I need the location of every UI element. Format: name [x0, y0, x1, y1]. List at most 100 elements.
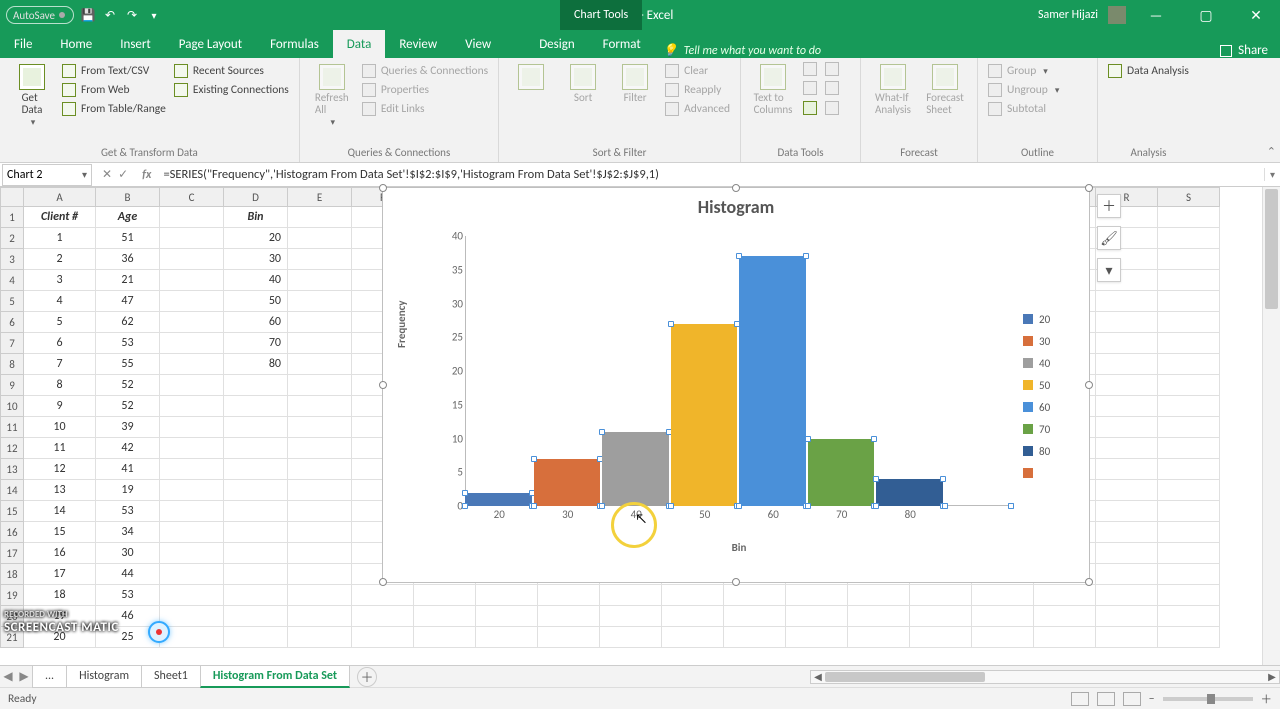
- cell[interactable]: 80: [224, 354, 288, 375]
- cell[interactable]: [600, 627, 662, 648]
- cell[interactable]: [1096, 480, 1158, 501]
- x-axis-label[interactable]: Bin: [465, 541, 1013, 554]
- cell[interactable]: 20: [224, 228, 288, 249]
- cell[interactable]: [1158, 627, 1220, 648]
- cell[interactable]: 12: [24, 459, 96, 480]
- cell[interactable]: 52: [96, 375, 160, 396]
- cell[interactable]: [1096, 333, 1158, 354]
- name-box[interactable]: Chart 2▾: [2, 164, 92, 186]
- series-handle[interactable]: [805, 436, 811, 442]
- resize-handle[interactable]: [1085, 184, 1093, 192]
- cell[interactable]: [1096, 312, 1158, 333]
- cell[interactable]: [160, 333, 224, 354]
- cell[interactable]: [600, 585, 662, 606]
- cell[interactable]: [224, 522, 288, 543]
- relationships-icon[interactable]: [803, 101, 817, 115]
- tab-home[interactable]: Home: [46, 30, 106, 58]
- worksheet-grid[interactable]: 123456789101112131415161718192021 ABCDEF…: [0, 187, 1280, 665]
- series-handle[interactable]: [531, 456, 537, 462]
- cell[interactable]: [224, 627, 288, 648]
- cell[interactable]: [160, 480, 224, 501]
- cell[interactable]: [352, 627, 414, 648]
- cell[interactable]: [1158, 207, 1220, 228]
- legend-item[interactable]: [1023, 462, 1077, 484]
- row-header[interactable]: 17: [0, 543, 24, 564]
- cell[interactable]: [224, 459, 288, 480]
- cell[interactable]: [1096, 354, 1158, 375]
- cell[interactable]: 60: [224, 312, 288, 333]
- cell[interactable]: [224, 564, 288, 585]
- plot-area[interactable]: 0510152025303540 20304050607080 Bin: [443, 236, 1013, 526]
- row-header[interactable]: 11: [0, 417, 24, 438]
- chart-bar[interactable]: [671, 324, 738, 506]
- cell[interactable]: [600, 606, 662, 627]
- cell[interactable]: [848, 606, 910, 627]
- series-handle[interactable]: [873, 476, 879, 482]
- cell[interactable]: [160, 228, 224, 249]
- cell[interactable]: [1158, 333, 1220, 354]
- cell[interactable]: 53: [96, 585, 160, 606]
- series-handle[interactable]: [462, 490, 468, 496]
- row-header[interactable]: 10: [0, 396, 24, 417]
- cell[interactable]: [160, 249, 224, 270]
- cell[interactable]: [910, 606, 972, 627]
- cell[interactable]: [1158, 438, 1220, 459]
- save-icon[interactable]: 💾: [80, 7, 96, 23]
- cell[interactable]: [538, 606, 600, 627]
- cell[interactable]: [160, 459, 224, 480]
- cell[interactable]: 16: [24, 543, 96, 564]
- cell[interactable]: [160, 417, 224, 438]
- resize-handle[interactable]: [732, 578, 740, 586]
- normal-view-icon[interactable]: [1071, 692, 1089, 706]
- sheet-tab-active[interactable]: Histogram From Data Set: [200, 666, 350, 688]
- cell[interactable]: [160, 585, 224, 606]
- tell-me-search[interactable]: 💡 Tell me what you want to do: [663, 43, 821, 58]
- pagebreak-view-icon[interactable]: [1123, 692, 1141, 706]
- cell[interactable]: [1096, 417, 1158, 438]
- vertical-scrollbar[interactable]: [1262, 187, 1280, 665]
- cell[interactable]: [1158, 606, 1220, 627]
- zoom-in-button[interactable]: ＋: [1261, 691, 1273, 707]
- cell[interactable]: 10: [24, 417, 96, 438]
- chart-bar[interactable]: [534, 459, 601, 506]
- redo-icon[interactable]: ↷: [124, 7, 140, 23]
- cell[interactable]: [160, 354, 224, 375]
- row-header[interactable]: 9: [0, 375, 24, 396]
- get-data-button[interactable]: Get Data▾: [10, 62, 54, 128]
- cell[interactable]: 47: [96, 291, 160, 312]
- cell[interactable]: [786, 627, 848, 648]
- cell[interactable]: [1158, 564, 1220, 585]
- scroll-thumb[interactable]: [1265, 189, 1278, 309]
- row-header[interactable]: 2: [0, 228, 24, 249]
- cell[interactable]: [288, 543, 352, 564]
- cell[interactable]: [1096, 627, 1158, 648]
- cell[interactable]: [352, 585, 414, 606]
- legend-item[interactable]: 50: [1023, 374, 1077, 396]
- qat-dropdown-icon[interactable]: ▾: [146, 7, 162, 23]
- cell[interactable]: [352, 606, 414, 627]
- cell[interactable]: [1096, 459, 1158, 480]
- cell[interactable]: [414, 627, 476, 648]
- user-name[interactable]: Samer Hijazi: [1038, 8, 1098, 22]
- cell[interactable]: Bin: [224, 207, 288, 228]
- chart-styles-button[interactable]: 🖌: [1097, 226, 1121, 250]
- cell[interactable]: [224, 438, 288, 459]
- cell[interactable]: [662, 606, 724, 627]
- cell[interactable]: 51: [96, 228, 160, 249]
- row-header[interactable]: 5: [0, 291, 24, 312]
- column-header[interactable]: S: [1158, 187, 1220, 207]
- tab-view[interactable]: View: [451, 30, 505, 58]
- cell[interactable]: [1158, 480, 1220, 501]
- cell[interactable]: [1158, 312, 1220, 333]
- cell[interactable]: 53: [96, 333, 160, 354]
- cell[interactable]: 4: [24, 291, 96, 312]
- resize-handle[interactable]: [732, 184, 740, 192]
- row-header[interactable]: 7: [0, 333, 24, 354]
- formula-input[interactable]: =SERIES("Frequency",'Histogram From Data…: [157, 167, 1264, 182]
- cell[interactable]: [224, 585, 288, 606]
- add-sheet-button[interactable]: ＋: [357, 667, 377, 687]
- column-header[interactable]: D: [224, 187, 288, 207]
- cell[interactable]: 3: [24, 270, 96, 291]
- row-header[interactable]: 19: [0, 585, 24, 606]
- cell[interactable]: [160, 543, 224, 564]
